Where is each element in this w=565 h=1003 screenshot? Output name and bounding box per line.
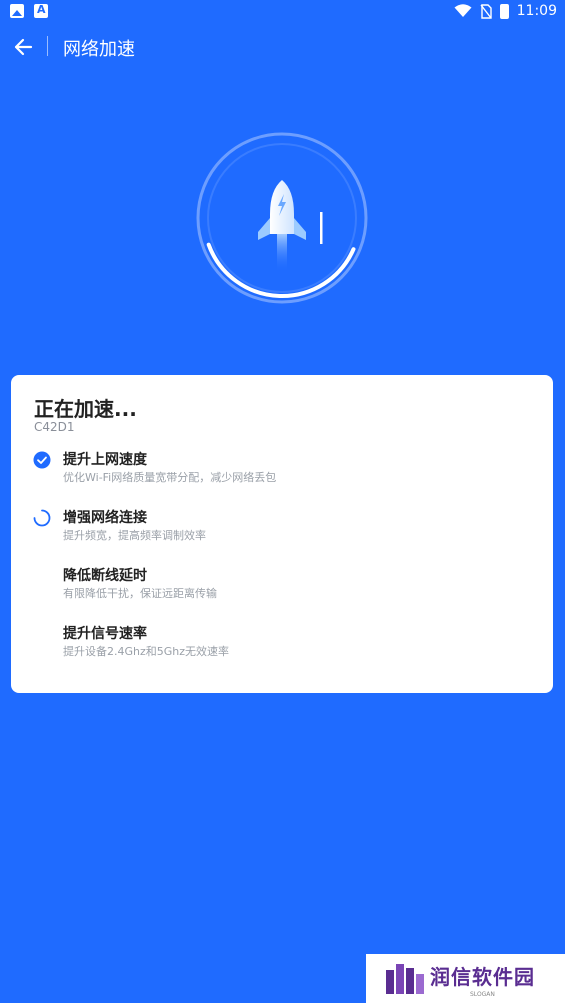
network-name: C42D1 — [34, 420, 75, 434]
step-title: 增强网络连接 — [63, 510, 147, 526]
app-bar: 网络加速 — [0, 26, 565, 68]
step-title: 降低断线延时 — [63, 568, 147, 584]
step-desc: 提升设备2.4Ghz和5Ghz无效速率 — [63, 645, 230, 658]
step-desc: 有限降低干扰，保证远距离传输 — [63, 587, 217, 600]
gauge-marker — [320, 212, 323, 244]
step-title: 提升上网速度 — [63, 452, 147, 468]
step-title: 提升信号速率 — [63, 626, 147, 642]
page-title: 网络加速 — [63, 39, 135, 60]
appbar-divider — [47, 36, 48, 56]
speed-gauge — [196, 132, 368, 304]
a-icon — [34, 3, 48, 18]
wifi-icon — [454, 4, 472, 17]
loading-spinner-icon — [33, 509, 51, 527]
battery-icon — [499, 3, 509, 19]
no-sim-icon — [480, 3, 492, 19]
step-item: 增强网络连接 提升频宽，提高频率调制效率 — [11, 507, 553, 551]
image-icon — [10, 4, 24, 18]
brand-slogan: SLOGAN — [470, 991, 495, 998]
check-circle-icon — [33, 451, 51, 469]
step-item: 降低断线延时 有限降低干扰，保证远距离传输 — [11, 565, 553, 609]
step-desc: 优化Wi-Fi网络质量宽带分配，减少网络丢包 — [63, 471, 277, 484]
rocket-icon — [258, 180, 306, 272]
card-title: 正在加速... — [34, 397, 137, 421]
step-item: 提升上网速度 优化Wi-Fi网络质量宽带分配，减少网络丢包 — [11, 449, 553, 493]
step-item: 提升信号速率 提升设备2.4Ghz和5Ghz无效速率 — [11, 623, 553, 667]
step-desc: 提升频宽，提高频率调制效率 — [63, 529, 206, 542]
watermark-logo: 润信软件园 SLOGAN — [366, 954, 565, 1003]
back-button[interactable] — [10, 34, 36, 60]
brand-logo-icon — [386, 964, 424, 994]
brand-name: 润信软件园 — [430, 965, 535, 989]
status-time: 11:09 — [516, 3, 557, 19]
acceleration-card: 正在加速... C42D1 提升上网速度 优化Wi-Fi网络质量宽带分配，减少网… — [11, 375, 553, 693]
arrow-left-icon — [14, 38, 33, 56]
status-bar: 11:09 — [0, 0, 565, 26]
